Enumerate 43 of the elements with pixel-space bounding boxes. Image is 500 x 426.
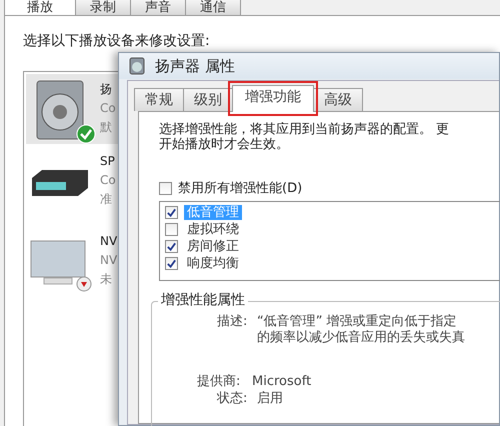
provider-value: Microsoft	[252, 374, 312, 389]
provider-label: 提供商:	[197, 374, 240, 389]
enhancement-item[interactable]: 虚拟环绕	[184, 222, 242, 237]
intro-text: 开始播放时才会生效。	[159, 137, 290, 152]
intro-text: 选择增强性能，将其应用到当前扬声器的配置。 更	[159, 122, 450, 137]
receiver-icon	[30, 168, 90, 198]
status-value: 启用	[257, 391, 283, 406]
device-description: Co	[100, 172, 116, 189]
device-item[interactable]: 扬 Co 默	[26, 74, 120, 144]
enhancement-item[interactable]: 房间修正	[184, 239, 242, 254]
device-name: SP	[100, 153, 116, 170]
device-status: 未	[100, 271, 113, 288]
device-item[interactable]: SP Co 准	[26, 146, 120, 216]
instruction-text: 选择以下播放设备来修改设置:	[23, 33, 210, 50]
description-text: 的频率以减少低音应用的丢失或失真	[257, 330, 465, 345]
tab[interactable]: 级别	[183, 88, 233, 111]
tab[interactable]: 播放	[4, 0, 76, 15]
device-name: 扬	[100, 81, 113, 98]
checkbox[interactable]	[159, 182, 172, 195]
status-label: 状态:	[217, 391, 248, 406]
device-description: NV	[100, 252, 118, 269]
checkbox[interactable]	[165, 240, 178, 253]
tab[interactable]: 常规	[134, 88, 184, 111]
device-status: 准	[100, 191, 113, 208]
tab[interactable]: 通信	[185, 0, 241, 15]
monitor-icon	[30, 240, 86, 286]
group-title: 增强性能属性	[158, 293, 248, 308]
description-text: “低音管理” 增强或重定向低于指定	[257, 314, 457, 329]
tab[interactable]: 高级	[313, 88, 363, 111]
checkbox-label: 禁用所有增强性能(D)	[178, 181, 302, 196]
tab[interactable]: 录制	[75, 0, 131, 15]
device-description: Co	[100, 100, 116, 117]
checkbox[interactable]	[165, 206, 178, 219]
tab[interactable]: 声音	[130, 0, 186, 15]
device-status: 默	[100, 119, 113, 136]
checkbox[interactable]	[165, 223, 178, 236]
enhancement-item[interactable]: 响度均衡	[184, 256, 242, 271]
speaker-icon	[129, 57, 145, 75]
description-label: 描述:	[217, 314, 248, 329]
device-item[interactable]: NV NV 未	[26, 226, 120, 296]
device-name: NV	[100, 233, 118, 250]
checkbox[interactable]	[165, 257, 178, 270]
dialog-title: 扬声器 属性	[155, 56, 235, 76]
